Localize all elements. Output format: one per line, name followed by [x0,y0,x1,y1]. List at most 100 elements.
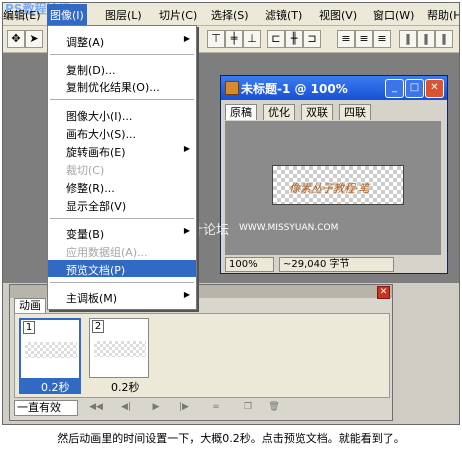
menu-window[interactable]: 窗口(W) [373,7,414,23]
menu-layer[interactable]: 图层(L) [105,7,142,23]
animation-controls: 一直有效 ◀◀ ◀| ▶ |▶ ∞ ❐ 🗑 [14,398,388,416]
menu-item-duplicate-optimized[interactable]: 复制优化结果(O)... [48,77,196,94]
first-frame-icon[interactable]: ◀◀ [88,401,104,413]
frame-preview [94,341,146,357]
menu-item-rotate-canvas[interactable]: 旋转画布(E) ▶ [48,142,196,159]
loop-select[interactable]: 一直有效 [14,400,78,416]
frame-number: 1 [23,321,35,334]
frame-number: 2 [92,320,104,333]
document-title: 未标题-1 @ 100% [241,82,348,96]
align-bottom-icon[interactable]: ⊥ [243,30,261,48]
delete-frame-icon[interactable]: 🗑 [266,401,282,413]
distribute-left-icon[interactable]: ‖ [399,30,417,48]
close-icon[interactable]: ✕ [425,79,444,98]
frames-panel: 1 0.2秒 2 0.2秒 [14,313,390,398]
align-top-icon[interactable]: ⊤ [207,30,225,48]
caption: 然后动画里的时间设置一下，大概0.2秒。点击预览文档。就能看到了。 [57,432,405,445]
menu-item-reveal-all[interactable]: 显示全部(V) [48,196,196,213]
frame-preview [25,342,77,358]
prev-frame-icon[interactable]: ◀| [118,401,134,413]
animation-frame[interactable]: 1 0.2秒 [19,318,81,396]
menu-item-label: 图像大小(I)... [66,110,133,123]
submenu-arrow-icon: ▶ [183,144,190,153]
submenu-arrow-icon: ▶ [183,34,190,43]
menu-item-label: 画布大小(S)... [66,128,137,141]
menu-item-label: 修整(R)... [66,182,115,195]
canvas-text: 像素丛子教程·笔 [289,182,370,195]
minimize-icon[interactable]: _ [385,79,404,98]
image-preview: 像素丛子教程·笔 [272,165,404,205]
distribute-middle-icon[interactable]: ≡ [355,30,373,48]
menu-item-duplicate[interactable]: 复制(D)... [48,60,196,77]
menu-item-label: 旋转画布(E) [66,146,126,159]
frame-thumbnail: 1 [19,318,81,380]
align-middle-icon[interactable]: ╪ [225,30,243,48]
menu-view[interactable]: 视图(V) [319,7,357,23]
animation-frame[interactable]: 2 0.2秒 [89,318,149,396]
submenu-arrow-icon: ▶ [183,290,190,299]
frame-delay[interactable]: 0.2秒 [41,379,70,395]
tab-animation[interactable]: 动画 [14,298,46,313]
menu-select[interactable]: 选择(S) [211,7,249,23]
document-titlebar[interactable]: 未标题-1 @ 100% _ □ ✕ [221,76,447,100]
document-window: 未标题-1 @ 100% _ □ ✕ 原稿 优化 双联 四联 像素丛子教程·笔 … [220,75,448,274]
file-size-readout[interactable]: ~29,040 字节 [279,257,394,272]
menu-item-label: 裁切(C) [66,164,105,177]
maximize-icon[interactable]: □ [405,79,424,98]
menu-item-label: 主调板(M) [66,292,118,305]
image-menu-dropdown: 调整(A) ▶ 复制(D)... 复制优化结果(O)... 图像大小(I)...… [47,25,197,310]
menu-item-crop: 裁切(C) [48,160,196,177]
menu-help[interactable]: 帮助(H) [427,7,459,23]
menu-separator [50,282,194,283]
play-icon[interactable]: ▶ [148,401,164,413]
align-left-icon[interactable]: ⊏ [267,30,285,48]
menu-item-apply-data-set: 应用数据组(A)... [48,242,196,259]
menu-item-label: 复制优化结果(O)... [66,81,160,94]
align-center-icon[interactable]: ╫ [285,30,303,48]
app-window: PS教程论坛 编辑(E) 图像(I) 图层(L) 切片(C) 选择(S) 滤镜(… [2,2,460,425]
tween-icon[interactable]: ∞ [208,401,224,413]
menu-item-trim[interactable]: 修整(R)... [48,178,196,195]
menu-separator [50,218,194,219]
menu-filter[interactable]: 滤镜(T) [265,7,302,23]
distribute-right-icon[interactable]: ‖ [435,30,453,48]
menu-item-label: 复制(D)... [66,64,116,77]
frame-delay[interactable]: 0.2秒 [111,379,140,395]
zoom-select[interactable]: 100% [225,257,274,272]
tab-optimized[interactable]: 优化 [263,104,295,120]
menu-item-label: 调整(A) [66,36,105,49]
menu-separator [50,99,194,100]
menu-item-variables[interactable]: 变量(B) ▶ [48,224,196,241]
url-watermark-text: WWW.MISSYUAN.COM [239,223,339,233]
tab-2up[interactable]: 双联 [301,104,333,120]
close-icon[interactable]: ✕ [377,286,390,299]
distribute-center-icon[interactable]: ‖ [417,30,435,48]
tab-4up[interactable]: 四联 [339,104,371,120]
next-frame-icon[interactable]: |▶ [176,401,192,413]
document-status-bar: 100% ~29,040 字节 [225,256,441,272]
menu-item-canvas-size[interactable]: 画布大小(S)... [48,124,196,141]
document-app-icon [225,81,239,95]
new-frame-icon[interactable]: ❐ [240,401,256,413]
move-tool-icon[interactable]: ✥ [7,30,25,48]
arrow-tool-icon[interactable]: ➤ [25,30,43,48]
menu-item-label: 预览文档(P) [66,264,126,277]
menu-edit[interactable]: 编辑(E) [3,7,41,23]
submenu-arrow-icon: ▶ [183,226,190,235]
menu-item-label: 应用数据组(A)... [66,246,148,259]
menu-item-adjust[interactable]: 调整(A) ▶ [48,32,196,49]
menu-item-image-size[interactable]: 图像大小(I)... [48,106,196,123]
menu-image[interactable]: 图像(I) [47,4,87,26]
menu-bar: PS教程论坛 编辑(E) 图像(I) 图层(L) 切片(C) 选择(S) 滤镜(… [3,3,459,26]
menu-item-preview-document[interactable]: 预览文档(P) [48,260,196,277]
distribute-bottom-icon[interactable]: ≡ [373,30,391,48]
tab-original[interactable]: 原稿 [225,104,257,120]
frame-thumbnail: 2 [89,318,149,378]
menu-slice[interactable]: 切片(C) [159,7,197,23]
menu-item-label: 显示全部(V) [66,200,127,213]
distribute-top-icon[interactable]: ≡ [337,30,355,48]
document-canvas[interactable]: 像素丛子教程·笔 [225,121,441,255]
menu-separator [50,54,194,55]
align-right-icon[interactable]: ⊐ [303,30,321,48]
menu-item-master-palette[interactable]: 主调板(M) ▶ [48,288,196,305]
